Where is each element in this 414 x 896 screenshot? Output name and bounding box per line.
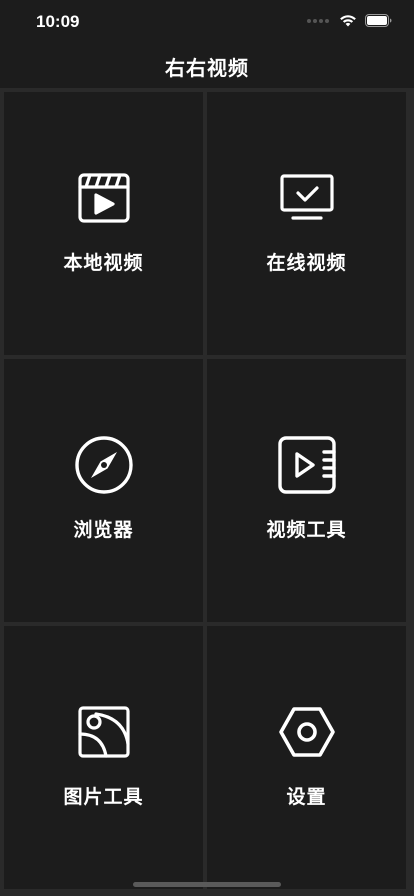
video-tools-tile[interactable]: 视频工具 [207, 359, 406, 622]
wifi-icon [340, 15, 356, 27]
browser-label: 浏览器 [73, 519, 134, 541]
settings-tile[interactable]: 设置 [207, 626, 406, 889]
feature-grid: 本地视频 在线视频 浏览器 视频工具 图片工具 设置 [4, 92, 410, 892]
image-tools-label: 图片工具 [63, 786, 144, 808]
signal-dots-icon [307, 18, 329, 23]
navigation-bar: 右右视频 [0, 44, 414, 88]
compass-icon [74, 435, 134, 495]
clapperboard-icon [74, 168, 134, 228]
status-bar: 10:09 [0, 0, 414, 44]
image-tools-tile[interactable]: 图片工具 [4, 626, 203, 889]
online-video-tile[interactable]: 在线视频 [207, 92, 406, 355]
battery-icon [365, 14, 392, 27]
local-video-tile[interactable]: 本地视频 [4, 92, 203, 355]
video-play-icon [277, 435, 337, 495]
home-indicator [133, 882, 281, 887]
settings-label: 设置 [286, 786, 327, 808]
page-title: 右右视频 [165, 55, 249, 80]
image-icon [74, 702, 134, 762]
monitor-check-icon [277, 168, 337, 228]
online-video-label: 在线视频 [266, 252, 347, 274]
status-icons [307, 14, 392, 27]
hexagon-settings-icon [277, 702, 337, 762]
status-time: 10:09 [36, 12, 80, 31]
video-tools-label: 视频工具 [266, 519, 347, 541]
local-video-label: 本地视频 [63, 252, 144, 274]
browser-tile[interactable]: 浏览器 [4, 359, 203, 622]
